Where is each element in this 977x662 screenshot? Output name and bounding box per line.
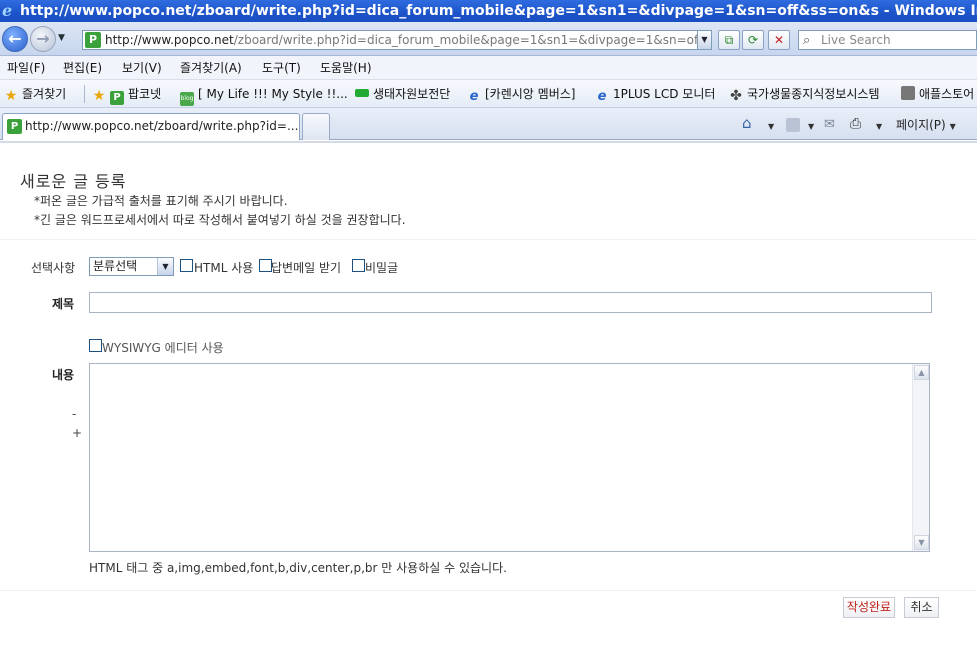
grow-editor-button[interactable]: + [72, 426, 82, 440]
scroll-up-icon[interactable]: ▲ [914, 365, 929, 380]
secret-checkbox-label: 비밀글 [365, 261, 399, 275]
shrink-editor-button[interactable]: - [72, 407, 76, 421]
url-host: http://www.popco.net [105, 33, 234, 47]
favorites-divider [84, 85, 85, 103]
secret-checkbox[interactable] [352, 259, 365, 272]
popco-favicon-icon: P [110, 91, 124, 105]
search-icon: ⌕ [803, 33, 811, 48]
print-icon[interactable]: ⎙ [850, 116, 861, 132]
wysiwyg-checkbox[interactable] [89, 339, 102, 352]
new-tab-button[interactable] [302, 113, 330, 140]
wysiwyg-checkbox-label: WYSIWYG 에디터 사용 [102, 341, 224, 355]
tab-current-page[interactable]: P http://www.popco.net/zboard/write.php?… [2, 113, 300, 140]
reply-mail-checkbox-label: 답변메일 받기 [271, 261, 342, 275]
home-icon[interactable]: ⌂ [742, 115, 752, 131]
add-favorite-icon: ★ [92, 88, 106, 104]
url-path: /zboard/write.php?id=dica_forum_mobile&p… [233, 33, 712, 47]
forward-button[interactable]: → [30, 26, 56, 52]
html-checkbox-label: HTML 사용 [194, 261, 254, 275]
favorite-species-info[interactable]: ✤ 국가생물종지식정보시스템 [729, 86, 879, 103]
subject-label: 제목 [52, 297, 75, 311]
favorites-star-icon: ★ [4, 88, 18, 104]
mail-icon[interactable]: ✉ [824, 117, 835, 133]
html-checkbox[interactable] [180, 259, 193, 272]
page-dropdown-icon: ▼ [949, 122, 956, 131]
ie-page-icon: e [597, 89, 607, 104]
recent-pages-dropdown-icon[interactable]: ▼ [58, 33, 65, 43]
menu-view[interactable]: 보기(V) [122, 60, 162, 76]
search-placeholder: Live Search [821, 33, 891, 47]
notice-source: *퍼온 글은 가급적 출처를 표기해 주시기 바랍니다. [34, 194, 288, 208]
cancel-button[interactable]: 취소 [904, 597, 939, 618]
menu-favorites[interactable]: 즐겨찾기(A) [180, 60, 242, 76]
menu-file[interactable]: 파일(F) [7, 60, 45, 76]
tab-title: http://www.popco.net/zboard/write.php?id… [25, 119, 299, 133]
divider [0, 590, 977, 591]
select-arrow-icon: ▼ [157, 258, 173, 275]
category-selected-value: 분류선택 [93, 259, 138, 273]
notice-long-text: *긴 글은 워드프로세서에서 따로 작성해서 붙여넣기 하실 것을 권장합니다. [34, 213, 406, 227]
favorites-bar: ★ 즐겨찾기 ★ P 팝코넷 blog[ My Life !!! My Style !… [0, 80, 977, 108]
search-input[interactable]: ⌕ Live Search [798, 30, 977, 50]
ie-logo-icon: e [2, 1, 13, 20]
category-select[interactable]: 분류선택 ▼ [89, 257, 174, 276]
favorite-eco-resources[interactable]: 생태자원보전단 [355, 86, 450, 102]
species-favicon-icon: ✤ [730, 88, 742, 104]
menu-tools[interactable]: 도구(T) [262, 60, 301, 76]
address-toolbar: ← → ▼ Phttp://www.popco.net/zboard/write… [0, 22, 977, 56]
favorite-1plus-lcd[interactable]: e 1PLUS LCD 모니터 [595, 86, 716, 104]
favorite-karensian[interactable]: e [카렌시앙 멤버스] [467, 86, 576, 104]
home-dropdown-icon[interactable]: ▼ [768, 117, 774, 135]
compatibility-view-icon[interactable]: ⧉ [718, 30, 740, 50]
ie-page-icon: e [469, 89, 479, 104]
tab-bar: P http://www.popco.net/zboard/write.php?… [0, 108, 977, 140]
submit-button[interactable]: 작성완료 [843, 597, 895, 618]
address-dropdown-icon[interactable]: ▼ [697, 31, 711, 49]
menu-bar: 파일(F) 편집(E) 보기(V) 즐겨찾기(A) 도구(T) 도움말(H) [0, 56, 977, 80]
content-top-border [0, 141, 977, 143]
page-title: 새로운 글 등록 [20, 172, 127, 191]
feeds-icon[interactable] [786, 118, 800, 132]
favorite-apple-store[interactable]: 애플스토어 [901, 86, 974, 102]
options-label: 선택사항 [31, 261, 76, 275]
favorites-button[interactable]: ★ 즐겨찾기 [4, 86, 66, 103]
feeds-dropdown-icon[interactable]: ▼ [808, 117, 814, 135]
content-textarea[interactable]: ▲ ▼ [89, 363, 930, 552]
tab-favicon-icon: P [7, 119, 22, 134]
menu-help[interactable]: 도움말(H) [320, 60, 372, 76]
html-tag-note: HTML 태그 중 a,img,embed,font,b,div,center,… [89, 561, 507, 575]
site-favicon-icon: P [85, 32, 101, 48]
page-content: 새로운 글 등록 *퍼온 글은 가급적 출처를 표기해 주시기 바랍니다. *긴… [0, 141, 977, 662]
green-favicon-icon [355, 89, 369, 97]
refresh-icon[interactable]: ⟳ [742, 30, 764, 50]
favorite-my-life[interactable]: blog[ My Life !!! My Style !!... [180, 86, 348, 106]
textarea-scrollbar[interactable]: ▲ ▼ [912, 364, 929, 551]
menu-edit[interactable]: 편집(E) [63, 60, 102, 76]
stop-icon[interactable]: ✕ [768, 30, 790, 50]
divider [0, 239, 977, 240]
address-input[interactable]: Phttp://www.popco.net/zboard/write.php?i… [82, 30, 712, 50]
apple-favicon-icon [901, 86, 915, 100]
back-button[interactable]: ← [2, 26, 28, 52]
subject-input[interactable] [89, 292, 932, 313]
favorite-popconet[interactable]: ★ P 팝코넷 [92, 86, 161, 105]
page-menu[interactable]: 페이지(P) ▼ [896, 117, 956, 135]
print-dropdown-icon[interactable]: ▼ [876, 117, 882, 135]
window-titlebar: e http://www.popco.net/zboard/write.php?… [0, 0, 977, 22]
window-title: http://www.popco.net/zboard/write.php?id… [20, 3, 977, 19]
blog-favicon-icon: blog [180, 92, 194, 106]
scroll-down-icon[interactable]: ▼ [914, 535, 929, 550]
content-label: 내용 [52, 368, 75, 382]
